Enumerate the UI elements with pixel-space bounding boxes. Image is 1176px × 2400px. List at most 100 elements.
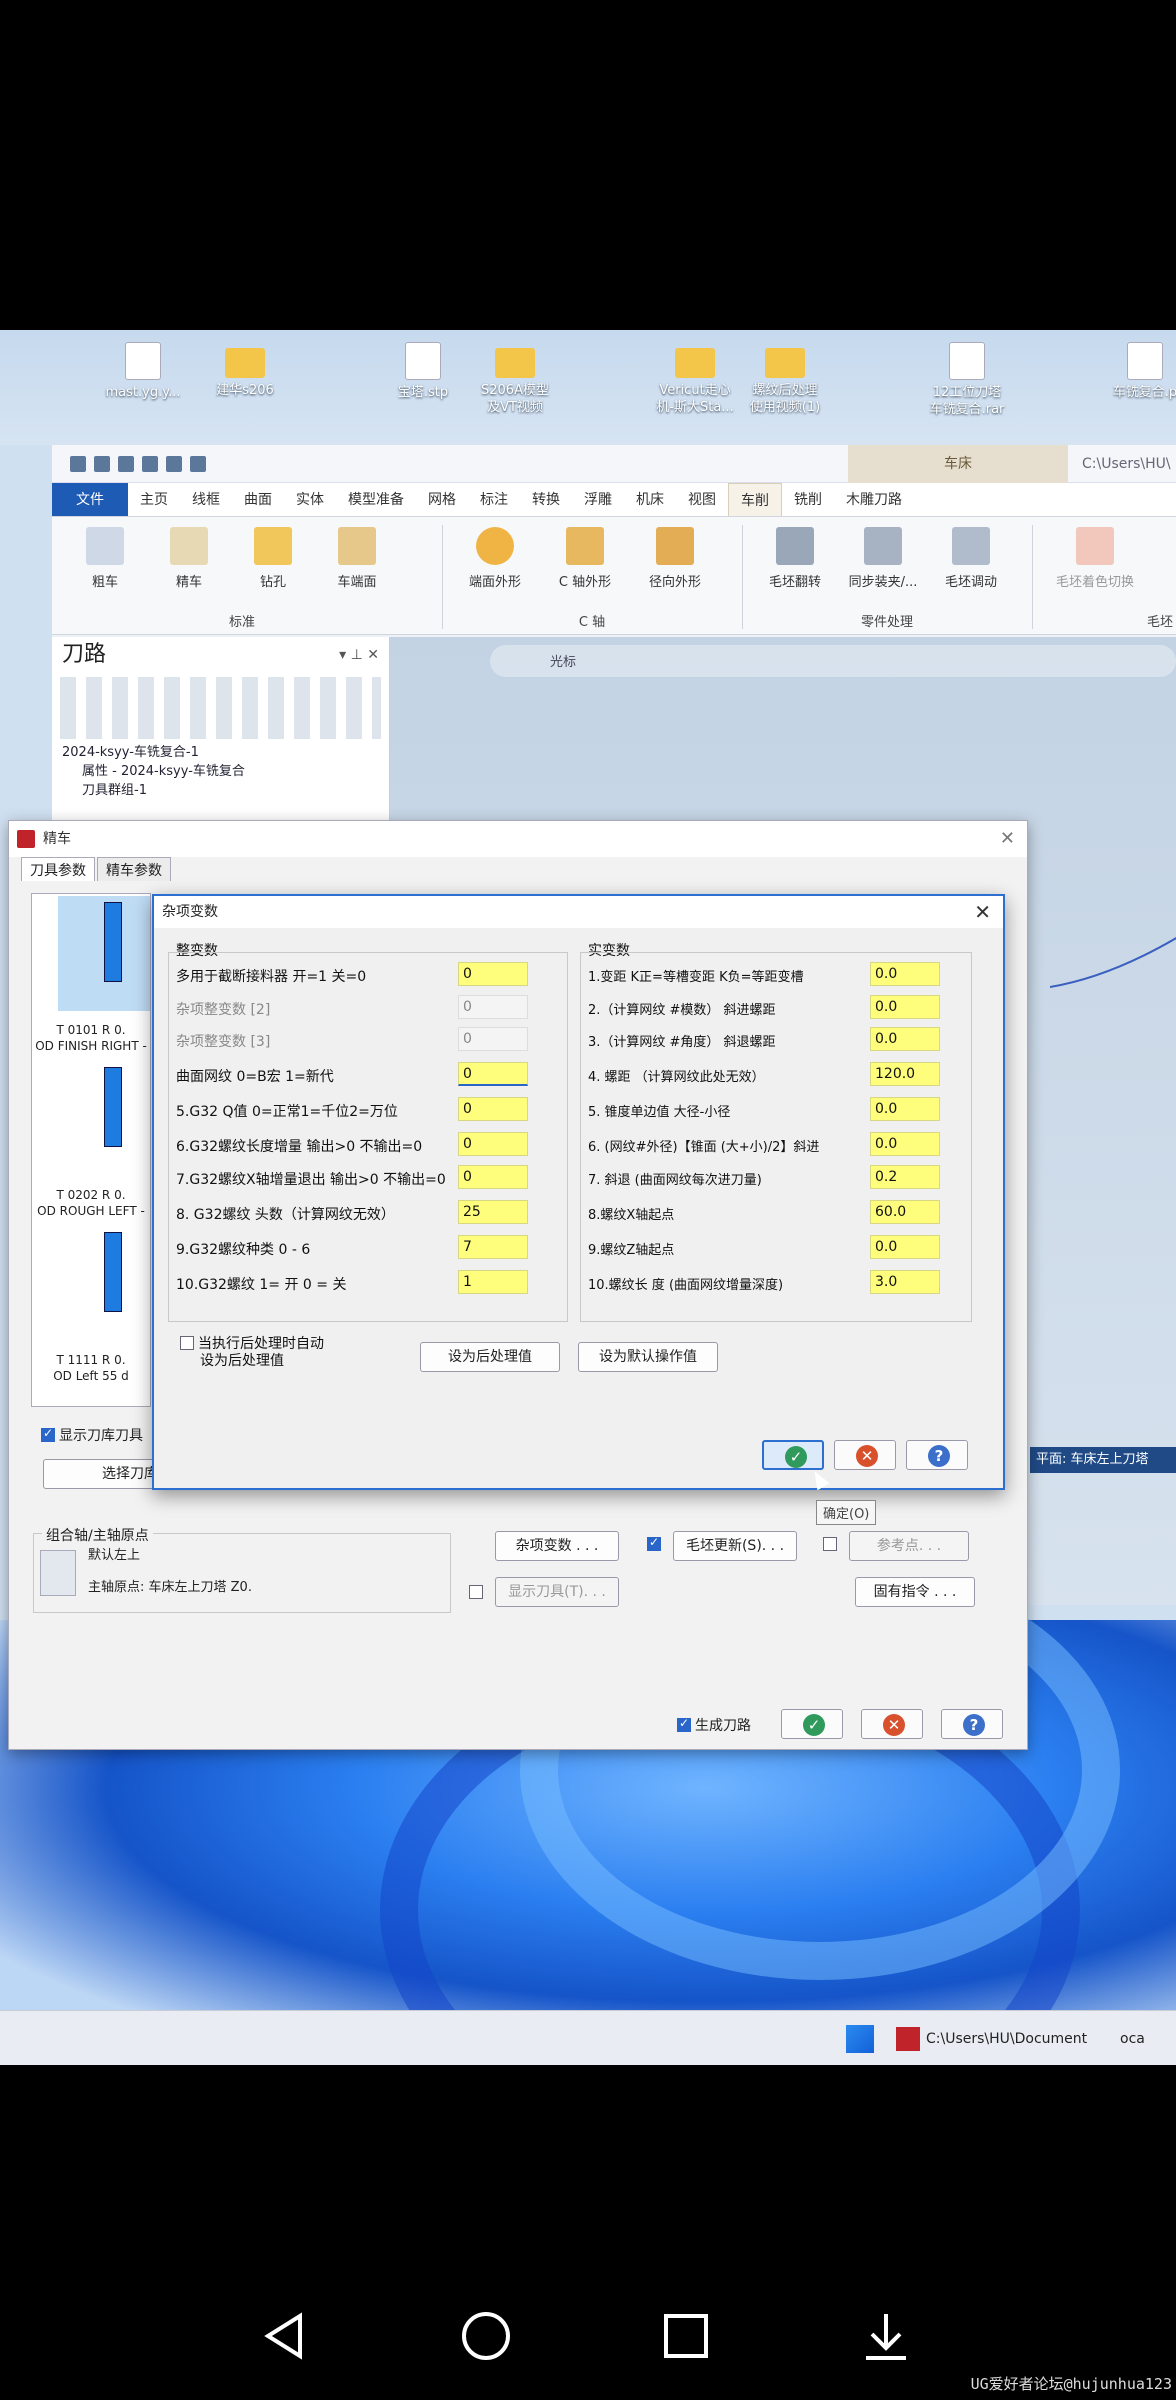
recents-icon[interactable] <box>656 2306 716 2366</box>
toolpath-toolbar[interactable] <box>60 677 381 739</box>
menu-milling[interactable]: 铣削 <box>782 483 834 516</box>
menu-turning[interactable]: 车削 <box>728 483 782 516</box>
open-icon[interactable] <box>118 455 134 472</box>
desktop-icon[interactable]: 12工位刀塔 车铣复合.rar <box>912 342 1022 418</box>
spindle-origin-field[interactable]: 主轴原点: 车床左上刀塔 Z0. <box>84 1578 440 1600</box>
desktop-icon[interactable]: 螺纹后处理 使用视频(1) <box>730 342 840 416</box>
home-icon[interactable] <box>456 2306 516 2366</box>
int-value-input[interactable]: 0 <box>458 995 528 1019</box>
show-tool-button[interactable]: 显示刀具(T). . . <box>495 1577 619 1607</box>
int-value-input[interactable]: 25 <box>458 1200 528 1224</box>
int-value-input[interactable]: 0 <box>458 1097 528 1121</box>
desktop-icon[interactable]: 建华s206 <box>190 342 300 399</box>
help-button[interactable]: ? <box>941 1709 1003 1739</box>
taskbar-app[interactable]: oca <box>1120 2019 1145 2059</box>
real-value-input[interactable]: 60.0 <box>870 1200 940 1224</box>
c-axis-contour-button[interactable]: C 轴外形 <box>546 527 624 590</box>
int-value-input[interactable]: 0 <box>458 1165 528 1189</box>
real-value-input[interactable]: 0.0 <box>870 1027 940 1051</box>
cancel-button[interactable]: ✕ <box>861 1709 923 1739</box>
panel-controls-icon[interactable]: ▾ ⊥ ✕ <box>339 637 379 673</box>
real-value-input[interactable]: 0.2 <box>870 1165 940 1189</box>
int-value-input[interactable]: 0 <box>458 1132 528 1156</box>
menu-relief[interactable]: 浮雕 <box>572 483 624 516</box>
stock-move-button[interactable]: 毛坯调动 <box>932 527 1010 590</box>
real-value-input[interactable]: 0.0 <box>870 962 940 986</box>
auto-post-checkbox[interactable]: 当执行后处理时自动 设为后处理值 <box>180 1336 324 1370</box>
misc-cancel-button[interactable]: ✕ <box>834 1440 896 1470</box>
origin-default-field[interactable]: 默认左上 <box>84 1546 440 1568</box>
tab-finish-params[interactable]: 精车参数 <box>97 857 171 881</box>
misc-help-button[interactable]: ? <box>906 1440 968 1470</box>
print-icon[interactable] <box>142 455 158 472</box>
tool-item[interactable]: T 0101 R 0. OD FINISH RIGHT - <box>32 894 150 1059</box>
stock-shade-toggle[interactable]: 毛坯着色切换 <box>1040 527 1150 590</box>
drill-button[interactable]: 钻孔 <box>234 527 312 590</box>
stock-update-checkbox[interactable] <box>647 1535 665 1553</box>
redo-icon[interactable] <box>190 455 206 472</box>
reference-point-button[interactable]: 参考点. . . <box>849 1531 969 1561</box>
save-icon[interactable] <box>94 455 110 472</box>
tool-list[interactable]: T 0101 R 0. OD FINISH RIGHT - T 0202 R 0.… <box>31 893 151 1407</box>
face-button[interactable]: 车端面 <box>318 527 396 590</box>
real-value-input[interactable]: 120.0 <box>870 1062 940 1086</box>
menu-file[interactable]: 文件 <box>52 483 128 516</box>
rough-button[interactable]: 粗车 <box>66 527 144 590</box>
tab-tool-params[interactable]: 刀具参数 <box>21 857 95 881</box>
real-value-input[interactable]: 0.0 <box>870 995 940 1019</box>
windows-start-icon[interactable] <box>846 2025 874 2053</box>
real-value-input[interactable]: 0.0 <box>870 1097 940 1121</box>
generate-toolpath-checkbox[interactable]: 生成刀路 <box>677 1715 751 1735</box>
face-contour-button[interactable]: 端面外形 <box>456 527 534 590</box>
int-value-input[interactable]: 7 <box>458 1235 528 1259</box>
desktop-icon[interactable]: 车铣复合.p <box>1090 342 1176 401</box>
menu-woodcarve[interactable]: 木雕刀路 <box>834 483 914 516</box>
misc-ok-button[interactable]: ✓ <box>762 1440 824 1470</box>
menu-machine[interactable]: 机床 <box>624 483 676 516</box>
set-default-values-button[interactable]: 设为默认操作值 <box>578 1342 718 1372</box>
undo-icon[interactable] <box>166 455 182 472</box>
real-value-input[interactable]: 0.0 <box>870 1132 940 1156</box>
back-icon[interactable] <box>256 2306 316 2366</box>
show-tool-checkbox[interactable] <box>469 1585 487 1601</box>
misc-values-button[interactable]: 杂项变数 . . . <box>495 1531 619 1561</box>
canned-text-button[interactable]: 固有指令 . . . <box>855 1577 975 1607</box>
finish-button[interactable]: 精车 <box>150 527 228 590</box>
set-post-values-button[interactable]: 设为后处理值 <box>420 1342 560 1372</box>
menu-solid[interactable]: 实体 <box>284 483 336 516</box>
menu-transform[interactable]: 转换 <box>520 483 572 516</box>
close-icon[interactable]: ✕ <box>974 896 991 928</box>
real-value-input[interactable]: 3.0 <box>870 1270 940 1294</box>
int-value-input[interactable]: 0 <box>458 1027 528 1051</box>
ok-button[interactable]: ✓ <box>781 1709 843 1739</box>
menu-view[interactable]: 视图 <box>676 483 728 516</box>
tree-item[interactable]: 2024-ksyy-车铣复合-1 <box>62 743 389 762</box>
menu-model-prep[interactable]: 模型准备 <box>336 483 416 516</box>
reference-point-checkbox[interactable] <box>823 1537 841 1553</box>
menu-surface[interactable]: 曲面 <box>232 483 284 516</box>
int-value-input[interactable]: 1 <box>458 1270 528 1294</box>
view-toolbar[interactable]: 光标 <box>490 645 1176 677</box>
menu-annotate[interactable]: 标注 <box>468 483 520 516</box>
menu-wireframe[interactable]: 线框 <box>180 483 232 516</box>
menu-mesh[interactable]: 网格 <box>416 483 468 516</box>
menu-home[interactable]: 主页 <box>128 483 180 516</box>
desktop-icon[interactable]: S206A模型 及VT视频 <box>460 342 570 416</box>
show-library-tools-checkbox[interactable]: 显示刀库刀具 <box>41 1425 143 1445</box>
download-icon[interactable] <box>856 2306 916 2366</box>
real-value-input[interactable]: 0.0 <box>870 1235 940 1259</box>
tool-item[interactable]: T 0202 R 0. OD ROUGH LEFT - <box>32 1059 150 1224</box>
stock-flip-button[interactable]: 毛坯翻转 <box>756 527 834 590</box>
tree-item[interactable]: 属性 - 2024-ksyy-车铣复合 <box>62 762 389 781</box>
sync-clamp-button[interactable]: 同步装夹/... <box>844 527 922 590</box>
int-value-input[interactable]: 0 <box>458 962 528 986</box>
stock-update-button[interactable]: 毛坯更新(S). . . <box>673 1531 797 1561</box>
tool-item[interactable]: T 1111 R 0. OD Left 55 d <box>32 1224 150 1389</box>
close-icon[interactable]: ✕ <box>1000 821 1015 857</box>
taskbar-app[interactable]: C:\Users\HU\Document <box>896 2019 1087 2059</box>
desktop-icon[interactable]: mast.yg.y... <box>88 342 198 401</box>
int-value-input[interactable]: 0 <box>458 1062 528 1086</box>
new-icon[interactable] <box>70 455 86 472</box>
tree-item[interactable]: 刀具群组-1 <box>62 781 389 800</box>
radial-contour-button[interactable]: 径向外形 <box>636 527 714 590</box>
